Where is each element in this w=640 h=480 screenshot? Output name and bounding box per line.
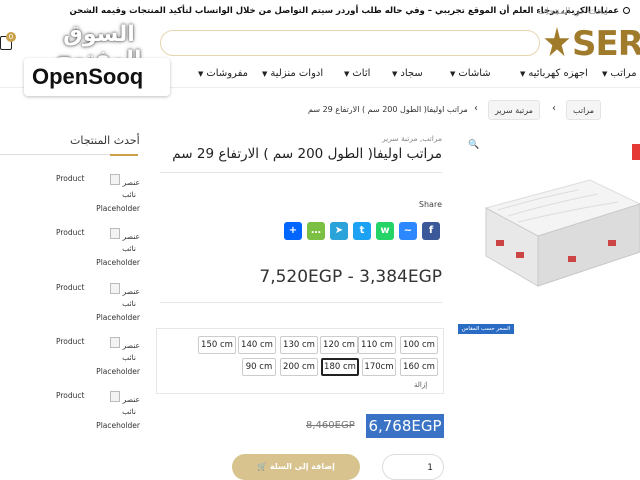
sale-badge: [632, 144, 640, 160]
telegram-icon[interactable]: ➤: [330, 222, 348, 240]
breadcrumb-current: مراتب اوليفا( الطول 200 سم ) الارتفاع 29…: [308, 105, 468, 114]
logo-text: SER: [572, 24, 640, 64]
size-option[interactable]: 110 cm: [358, 336, 396, 354]
current-price: 6,768EGP: [366, 414, 444, 438]
breadcrumb-item-bed-mattress[interactable]: مرتبة سرير: [488, 100, 540, 120]
size-option[interactable]: 90 cm: [242, 358, 276, 376]
nav-item-household[interactable]: ▼ ادوات منزلية: [262, 68, 323, 79]
star-icon: [544, 27, 570, 57]
watermark-logo: OpenSooq: [24, 58, 170, 96]
size-option[interactable]: 160 cm: [400, 358, 438, 376]
sidebar-title: أحدث المنتجات: [70, 134, 140, 147]
chevron-left-icon: ‹: [474, 103, 478, 114]
search-input[interactable]: [160, 30, 540, 56]
info-icon: [623, 7, 630, 14]
divider: [160, 302, 442, 303]
site-logo[interactable]: SER: [544, 24, 640, 64]
more-share-icon[interactable]: +: [284, 222, 302, 240]
mattress-image[interactable]: [478, 160, 640, 300]
size-option[interactable]: 150 cm: [198, 336, 236, 354]
nav-item-furnishings[interactable]: ▼ مفروشات: [198, 68, 248, 79]
price-range: 7,520EGP - 3,384EGP: [259, 267, 442, 287]
nav-item-screens[interactable]: ▼ شاشات: [450, 68, 491, 79]
whatsapp-icon[interactable]: w: [376, 222, 394, 240]
size-option[interactable]: 170cm: [362, 358, 396, 376]
cart-icon: 🛒: [257, 462, 268, 471]
sidebar-product[interactable]: Product عنصر نائب Placeholder: [50, 228, 140, 278]
nav-item-mattresses[interactable]: ▼ مراتب: [602, 68, 637, 79]
add-to-cart-button[interactable]: إضافة إلى السلة 🛒: [232, 454, 360, 480]
old-price: 8,460EGP: [306, 420, 355, 431]
sidebar-product[interactable]: Product عنصر نائب Placeholder: [50, 391, 140, 441]
chevron-down-icon: ▼: [344, 70, 350, 78]
breadcrumb: مراتب ‹ مرتبة سرير ‹ مراتب اوليفا( الطول…: [300, 100, 630, 120]
sms-icon[interactable]: …: [307, 222, 325, 240]
chevron-left-icon: ‹: [552, 103, 556, 114]
zoom-icon[interactable]: 🔍: [468, 140, 479, 150]
search-placeholder: ابحث عن المنتجات: [537, 7, 609, 17]
chevron-down-icon: ▼: [520, 70, 526, 78]
messenger-icon[interactable]: ~: [399, 222, 417, 240]
twitter-icon[interactable]: t: [353, 222, 371, 240]
nav-item-carpets[interactable]: ▼ سجاد: [392, 68, 423, 79]
size-option[interactable]: 120 cm: [320, 336, 358, 354]
cart-count-badge: 0: [6, 32, 16, 42]
breadcrumb-item-mattresses[interactable]: مراتب: [566, 100, 602, 120]
size-option[interactable]: 130 cm: [280, 336, 318, 354]
product-title: مراتب اوليفا( الطول 200 سم ) الارتفاع 29…: [172, 146, 442, 162]
size-option[interactable]: 100 cm: [400, 336, 438, 354]
sidebar-product[interactable]: Product عنصر نائب Placeholder: [50, 283, 140, 333]
size-option[interactable]: 140 cm: [238, 336, 276, 354]
watermark-arabic: السوق المفتوح: [56, 22, 141, 72]
chevron-down-icon: ▼: [450, 70, 456, 78]
chevron-down-icon: ▼: [602, 70, 608, 78]
sidebar-product[interactable]: Product عنصر نائب Placeholder: [50, 337, 140, 387]
clear-selection-link[interactable]: إزالة: [414, 381, 427, 389]
chevron-down-icon: ▼: [262, 70, 268, 78]
nav-item-appliances[interactable]: ▼ اجهزه كهربائيه: [520, 68, 588, 79]
size-option[interactable]: 200 cm: [280, 358, 318, 376]
size-option-selected[interactable]: 180 cm: [321, 358, 359, 376]
product-categories[interactable]: مراتب, مرتبة سرير: [320, 134, 442, 143]
share-label: Share: [418, 200, 442, 209]
sidebar-product[interactable]: Product عنصر نائب Placeholder: [50, 174, 140, 224]
nav-item-furniture[interactable]: ▼ اثاث: [344, 68, 370, 79]
divider-accent: [110, 154, 138, 156]
chevron-down-icon: ▼: [198, 70, 204, 78]
facebook-icon[interactable]: f: [422, 222, 440, 240]
divider: [160, 172, 442, 173]
quantity-input[interactable]: 1: [382, 454, 444, 480]
image-caption: السعر حسب المقاس: [458, 324, 514, 334]
chevron-down-icon: ▼: [392, 70, 398, 78]
